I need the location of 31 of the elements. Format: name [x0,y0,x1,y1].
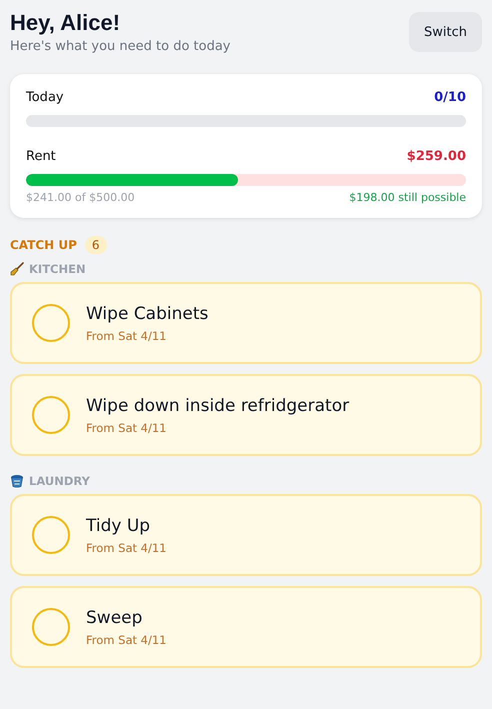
category-label: KITCHEN [29,262,86,276]
task-checkbox[interactable] [32,304,70,342]
task-card[interactable]: Wipe Cabinets From Sat 4/11 [10,282,482,364]
switch-button[interactable]: Switch [409,12,482,52]
task-title: Sweep [86,608,144,628]
greeting-title: Hey, Alice! [10,9,122,37]
today-count: 0/10 [434,90,466,105]
subtitle: Here's what you need to do today [10,39,230,54]
task-checkbox[interactable] [32,516,70,554]
task-card[interactable]: Wipe down inside refridgerator From Sat 4/11 [10,374,482,456]
section-title: CATCH UP [10,238,77,252]
task-title: Tidy Up [86,516,152,536]
task-checkbox[interactable] [32,396,70,434]
paid-amount: $241.00 of $500.00 [26,191,135,204]
task-card[interactable]: Tidy Up From Sat 4/11 [10,494,482,576]
task-card[interactable]: Sweep From Sat 4/11 [10,586,482,668]
category-label: LAUNDRY [29,474,90,488]
task-title: Wipe Cabinets [86,304,208,324]
today-label: Today [26,90,64,105]
rent-amount: $259.00 [406,149,466,164]
count-badge: 6 [84,236,107,254]
task-date: From Sat 4/11 [86,632,166,646]
possible-amount: $198.00 still possible [349,191,466,204]
task-title: Wipe down inside refridgerator [86,396,350,416]
task-date: From Sat 4/11 [86,420,168,434]
basket-icon [10,474,24,488]
task-date: From Sat 4/11 [86,328,168,342]
task-checkbox[interactable] [32,608,70,646]
rent-label: Rent [26,149,56,164]
broom-icon [10,262,24,276]
task-date: From Sat 4/11 [86,540,166,554]
